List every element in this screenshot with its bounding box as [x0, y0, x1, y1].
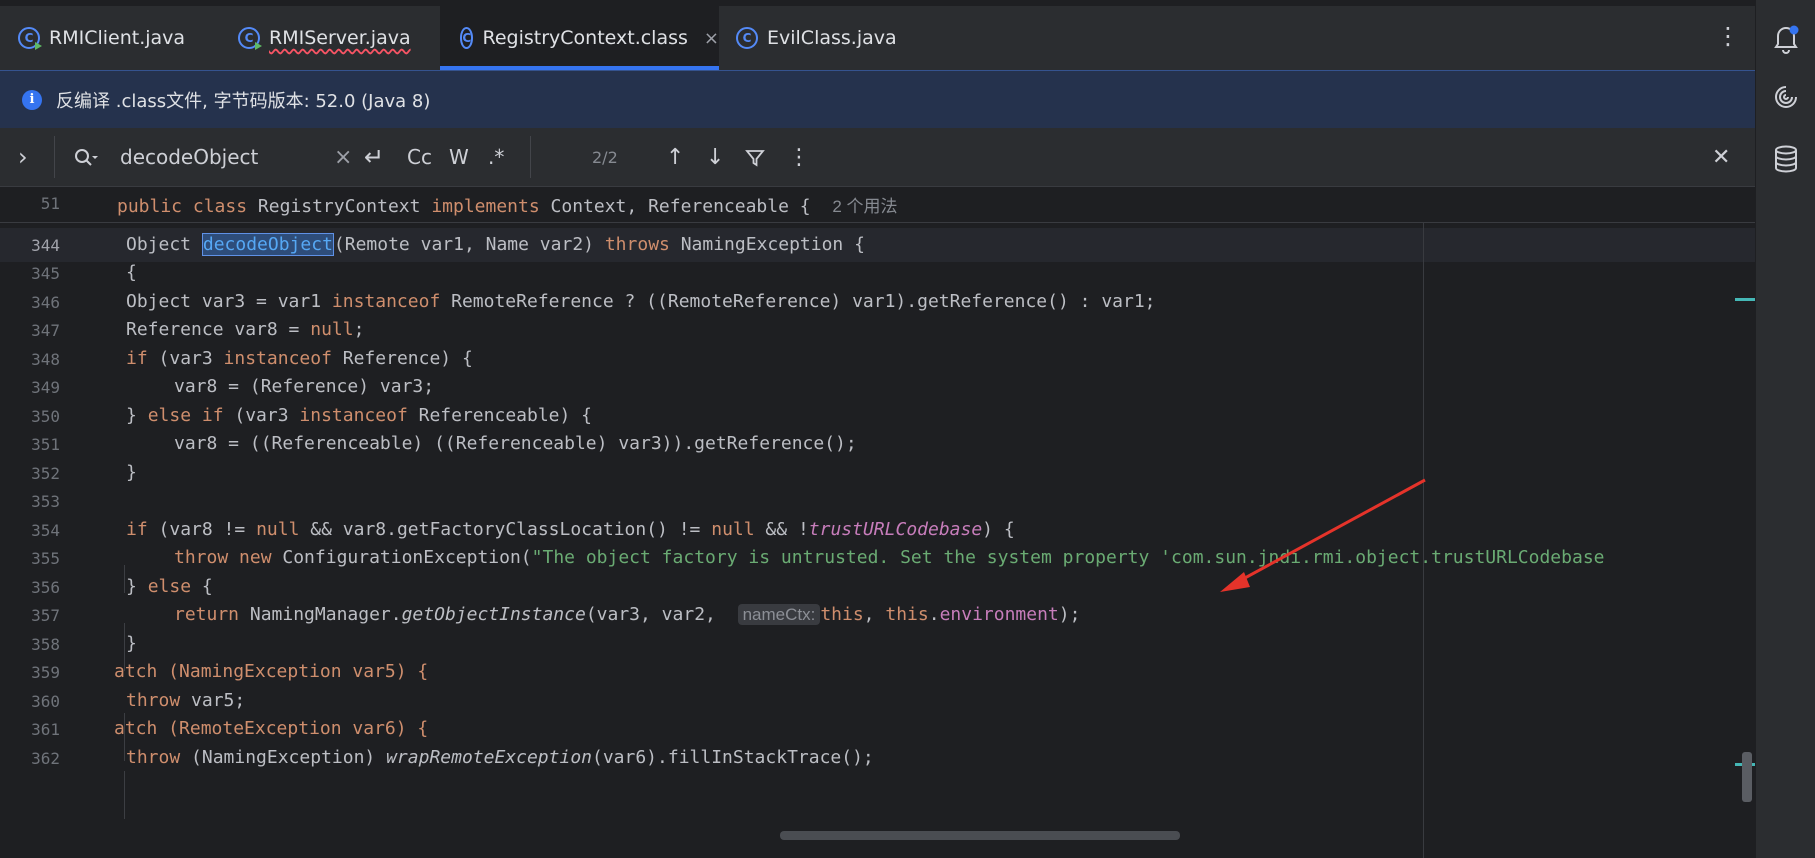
parameter-hint: nameCtx: [737, 604, 821, 625]
line-number: 357 [31, 606, 60, 625]
code-line: Object var3 = var1 instanceof RemoteRefe… [126, 291, 1156, 312]
line-number: 353 [31, 492, 60, 511]
tab-label: RMIServer.java [269, 27, 411, 49]
next-occurrence-icon[interactable]: ↓ [706, 128, 724, 186]
code-line: Reference var8 = null; [126, 319, 365, 340]
tab-more-icon[interactable]: ⋮ [1716, 22, 1740, 50]
line-number: 347 [31, 321, 60, 340]
filter-icon[interactable] [745, 148, 765, 168]
right-tool-strip [1755, 0, 1815, 858]
right-margin-guide [1423, 223, 1424, 858]
line-number: 51 [40, 194, 60, 213]
scroll-marker [1735, 298, 1755, 301]
code-line: atch (RemoteException var6) { [114, 718, 429, 739]
match-case-toggle[interactable]: Cc [407, 128, 432, 186]
line-number: 356 [31, 578, 60, 597]
sticky-class-header: public class RegistryContext implements … [117, 196, 898, 217]
code-line: if (var3 instanceof Reference) { [126, 348, 473, 369]
line-number: 355 [31, 549, 60, 568]
search-input[interactable]: decodeObject [120, 128, 258, 186]
new-line-icon[interactable]: ↵ [364, 128, 384, 186]
ai-assistant-icon[interactable] [1773, 84, 1799, 110]
code-line: } [126, 633, 137, 654]
previous-occurrence-icon[interactable]: ↑ [666, 128, 684, 186]
line-number: 359 [31, 663, 60, 682]
whole-words-toggle[interactable]: W [449, 128, 469, 186]
line-number: 358 [31, 635, 60, 654]
tab-rmiserver[interactable]: C RMIServer.java [238, 6, 411, 70]
horizontal-scrollbar-thumb[interactable] [780, 831, 1180, 840]
regex-toggle[interactable]: .* [488, 128, 504, 186]
info-icon: i [22, 89, 42, 110]
decompiler-info-banner: i 反编译 .class文件, 字节码版本: 52.0 (Java 8) [0, 70, 1755, 129]
usages-hint[interactable]: 2 个用法 [832, 197, 897, 216]
tab-label: EvilClass.java [767, 27, 897, 49]
search-match-highlight: decodeObject [201, 233, 334, 256]
code-line: throw (NamingException) wrapRemoteExcept… [126, 747, 874, 768]
code-line: throw new ConfigurationException("The ob… [174, 547, 1605, 568]
line-number: 349 [31, 378, 60, 397]
tab-label: RMIClient.java [49, 27, 186, 49]
line-number: 360 [31, 692, 60, 711]
more-options-icon[interactable]: ⋮ [788, 128, 810, 186]
code-line: Object decodeObject(Remote var1, Name va… [126, 233, 865, 256]
class-file-icon: C [460, 27, 474, 49]
code-line: if (var8 != null && var8.getFactoryClass… [126, 519, 1015, 540]
line-number: 362 [31, 749, 60, 768]
code-line: throw var5; [126, 690, 246, 711]
code-line: atch (NamingException var5) { [114, 661, 429, 682]
find-bar: › decodeObject × ↵ Cc W .* 2/2 ↑ ↓ ⋮ ✕ [0, 128, 1755, 187]
code-line: var8 = ((Referenceable) ((Referenceable)… [174, 433, 857, 454]
search-history-icon[interactable] [74, 148, 98, 168]
clear-search-icon[interactable]: × [334, 128, 352, 186]
indent-guide [124, 565, 125, 593]
code-line: } [126, 462, 137, 483]
line-number: 345 [31, 264, 60, 283]
java-class-run-icon: C [238, 27, 262, 50]
java-class-icon: C [736, 27, 758, 49]
tab-label: RegistryContext.class [482, 27, 688, 49]
code-editor[interactable]: 51 public class RegistryContext implemen… [0, 187, 1755, 858]
vertical-scrollbar-thumb[interactable] [1742, 752, 1752, 802]
line-number: 346 [31, 293, 60, 312]
expand-replace-icon[interactable]: › [18, 128, 28, 186]
code-line: } else { [126, 576, 213, 597]
line-number: 350 [31, 407, 60, 426]
code-line: return NamingManager.getObjectInstance(v… [174, 604, 1081, 625]
line-number: 352 [31, 464, 60, 483]
tab-registrycontext[interactable]: C RegistryContext.class × [440, 6, 719, 70]
tab-rmiclient[interactable]: C RMIClient.java [18, 6, 185, 70]
editor-tab-bar: C RMIClient.java C RMIServer.java C Regi… [0, 6, 1755, 70]
line-number: 361 [31, 720, 60, 739]
line-number: 351 [31, 435, 60, 454]
line-number: 344 [31, 236, 60, 255]
java-class-run-icon: C [18, 27, 42, 50]
banner-text: 反编译 .class文件, 字节码版本: 52.0 (Java 8) [56, 90, 431, 112]
notifications-bell-icon[interactable] [1773, 24, 1799, 54]
line-number: 354 [31, 521, 60, 540]
match-count: 2/2 [592, 147, 618, 167]
close-find-icon[interactable]: ✕ [1712, 128, 1730, 186]
code-line: var8 = (Reference) var3; [174, 376, 435, 397]
tab-evilclass[interactable]: C EvilClass.java [736, 6, 897, 70]
line-number: 348 [31, 350, 60, 369]
code-line: } else if (var3 instanceof Referenceable… [126, 405, 593, 426]
database-icon[interactable] [1774, 145, 1798, 173]
close-tab-icon[interactable]: × [704, 28, 719, 49]
code-line: { [126, 262, 137, 283]
indent-guide [124, 771, 125, 819]
